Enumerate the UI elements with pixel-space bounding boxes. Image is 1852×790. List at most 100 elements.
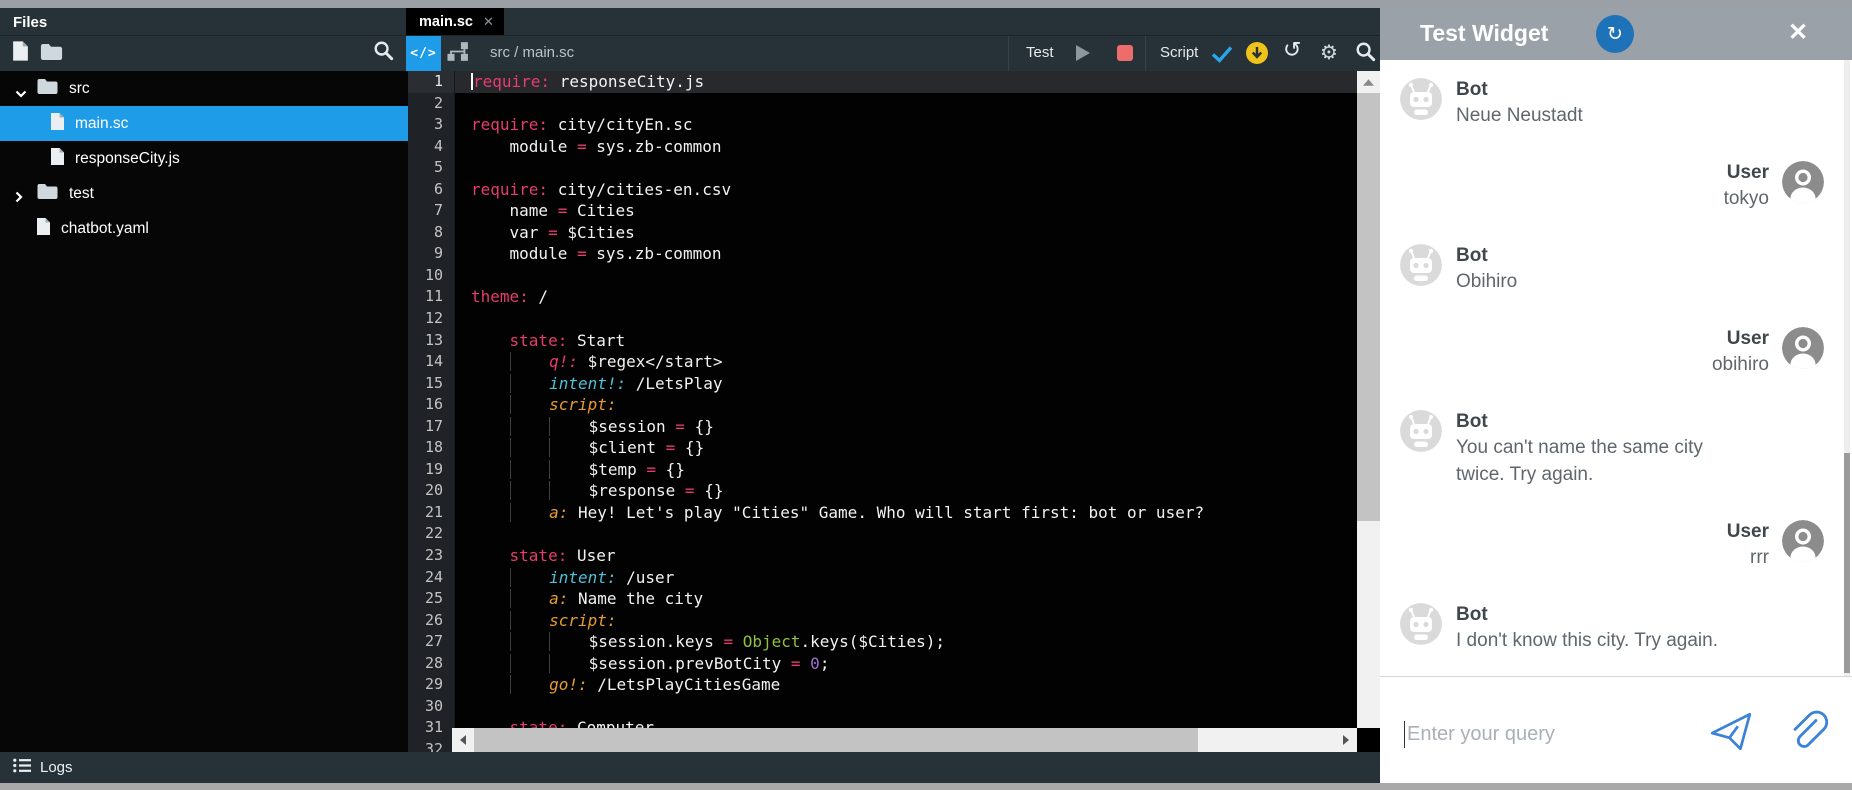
bot-avatar [1400,410,1442,452]
chat-scroll-thumb[interactable] [1844,453,1850,673]
bot-message: BotYou can't name the same city twice. T… [1380,410,1852,488]
user-message: Userobihiro [1380,327,1852,378]
code-line-30[interactable] [455,696,1357,718]
bot-avatar [1400,244,1442,286]
code-line-13[interactable]: state: Start [455,330,1357,352]
code-line-6[interactable]: require: city/cities-en.csv [455,179,1357,201]
vertical-scroll-thumb[interactable] [1357,93,1380,521]
tree-item-src[interactable]: src [0,71,408,106]
new-folder-button[interactable] [38,45,64,63]
chevron-down-icon[interactable] [15,85,27,93]
top-chrome [0,8,1380,71]
attach-file-button[interactable] [1783,710,1829,756]
code-line-19[interactable]: $temp = {} [455,459,1357,481]
line-number-gutter: 1234567891011121314151617181920212223242… [408,71,455,752]
undo-button[interactable]: ↺ [1283,38,1301,63]
scroll-right-icon[interactable] [1335,728,1357,752]
code-line-18[interactable]: $client = {} [455,437,1357,459]
code-line-17[interactable]: $session = {} [455,416,1357,438]
code-line-11[interactable]: theme: / [455,286,1357,308]
code-line-27[interactable]: $session.keys = Object.keys($Cities); [455,631,1357,653]
scroll-up-icon[interactable] [1357,71,1380,93]
scroll-left-icon[interactable] [452,728,474,752]
scrollbar-corner [1357,728,1380,752]
code-line-21[interactable]: a: Hey! Let's play "Cities" Game. Who wi… [455,502,1357,524]
code-line-5[interactable] [455,157,1357,179]
chevron-right-icon[interactable] [15,190,27,198]
code-line-28[interactable]: $session.prevBotCity = 0; [455,653,1357,675]
files-panel-title: Files [13,14,47,31]
breadcrumb: src / main.sc [490,44,574,61]
send-button[interactable] [1708,710,1754,756]
new-folder-icon [39,43,64,66]
code-line-22[interactable] [455,523,1357,545]
code-line-4[interactable]: module = sys.zb-common [455,136,1357,158]
horizontal-scroll-thumb[interactable] [474,728,1198,752]
logs-list-icon [13,758,31,778]
window-top-edge [0,0,1852,8]
files-search-button[interactable] [372,42,394,64]
settings-button[interactable]: ⚙ [1320,40,1338,64]
tree-item-main.sc[interactable]: main.sc [0,106,408,141]
toolbar-separator [1008,36,1009,71]
code-line-9[interactable]: module = sys.zb-common [455,243,1357,265]
chat-scrollbar[interactable] [1844,60,1850,676]
query-input-placeholder: Enter your query [1407,723,1555,746]
code-line-23[interactable]: state: User [455,545,1357,567]
line-number: 29 [408,674,454,696]
code-editor[interactable]: require: responseCity.js require: city/ci… [455,71,1357,752]
code-line-12[interactable] [455,308,1357,330]
code-view-button[interactable]: </> [406,36,441,71]
code-line-2[interactable] [455,93,1357,115]
chat-message-list: BotNeue NeustadtUsertokyoBotObihiroUsero… [1380,60,1852,676]
code-line-15[interactable]: intent!: /LetsPlay [455,373,1357,395]
tree-item-label: responseCity.js [75,150,180,168]
code-line-25[interactable]: a: Name the city [455,588,1357,610]
code-line-20[interactable]: $response = {} [455,480,1357,502]
line-number: 1 [408,71,454,93]
bot-avatar [1400,78,1442,120]
tab-close-icon[interactable]: ✕ [483,15,494,28]
deploy-button[interactable] [1246,42,1268,64]
logs-bar[interactable]: Logs [0,752,1380,783]
tree-item-test[interactable]: test [0,176,408,211]
run-test-button[interactable] [1075,44,1091,62]
code-line-7[interactable]: name = Cities [455,200,1357,222]
code-line-8[interactable]: var = $Cities [455,222,1357,244]
tree-item-responseCity.js[interactable]: responseCity.js [0,141,408,176]
close-widget-button[interactable]: ✕ [1788,18,1808,47]
code-line-24[interactable]: intent: /user [455,567,1357,589]
line-number: 9 [408,243,454,265]
tree-item-label: chatbot.yaml [61,220,149,238]
close-icon: ✕ [1788,19,1808,46]
stop-test-button[interactable] [1117,45,1133,61]
query-input-area[interactable]: Enter your query [1380,676,1852,784]
restart-session-button[interactable]: ↻ [1596,15,1634,53]
message-text: tokyo [1724,185,1769,212]
tree-item-label: main.sc [75,115,128,133]
code-line-3[interactable]: require: city/cityEn.sc [455,114,1357,136]
tree-item-chatbot.yaml[interactable]: chatbot.yaml [0,211,408,246]
code-line-10[interactable] [455,265,1357,287]
message-sender: Bot [1456,603,1488,627]
graph-view-button[interactable] [446,43,470,64]
text-caret [1404,721,1405,748]
code-line-14[interactable]: q!: $regex</start> [455,351,1357,373]
refresh-icon: ↻ [1607,23,1623,45]
toolbar-separator [1145,36,1146,71]
user-avatar [1782,161,1824,203]
editor-search-button[interactable] [1355,43,1376,64]
graph-view-icon [446,41,470,67]
user-avatar [1782,327,1824,369]
code-line-26[interactable]: script: [455,610,1357,632]
user-avatar [1782,520,1824,562]
toolbar-divider [0,35,1380,36]
code-line-29[interactable]: go!: /LetsPlayCitiesGame [455,674,1357,696]
editor-vertical-scrollbar[interactable] [1357,71,1380,728]
code-line-16[interactable]: script: [455,394,1357,416]
tab-main-sc[interactable]: main.sc ✕ [406,8,504,35]
code-line-1[interactable]: require: responseCity.js [455,71,1357,93]
tree-item-label: src [69,80,90,98]
new-file-button[interactable] [9,41,31,65]
editor-horizontal-scrollbar[interactable] [452,728,1357,752]
